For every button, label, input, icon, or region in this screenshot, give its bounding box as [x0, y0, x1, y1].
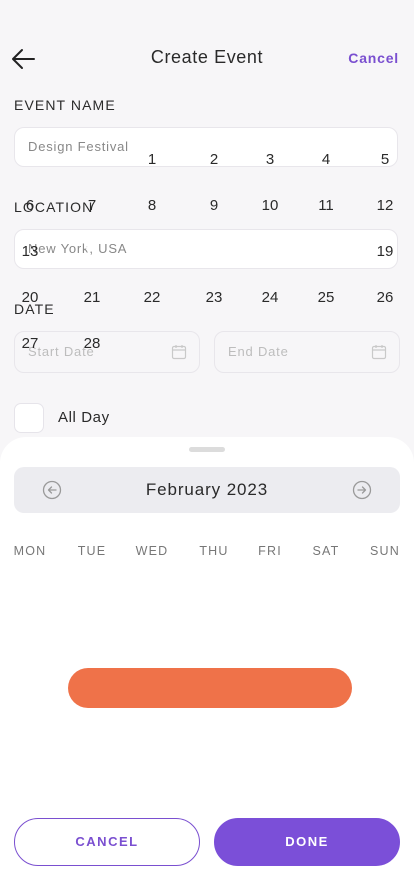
- calendar-day[interactable]: 14: [72, 243, 112, 260]
- calendar-day[interactable]: 8: [132, 197, 172, 214]
- next-month-icon[interactable]: [352, 480, 372, 500]
- calendar-day[interactable]: 22: [132, 289, 172, 306]
- weekday-header: SUN: [370, 544, 400, 558]
- calendar-day[interactable]: 15: [132, 243, 172, 260]
- cancel-link[interactable]: Cancel: [348, 50, 399, 66]
- calendar-day[interactable]: 19: [365, 243, 405, 260]
- event-name-label: EVENT NAME: [14, 97, 116, 113]
- calendar-day[interactable]: 3: [250, 151, 290, 168]
- date-picker-sheet: February 2023 MON TUE WED THU FRI SAT SUN 1 2 3 4 5…: [0, 151, 414, 896]
- cancel-button[interactable]: CANCEL: [14, 818, 200, 866]
- calendar-day[interactable]: 23: [194, 289, 234, 306]
- month-title: February 2023: [145, 480, 269, 499]
- calendar-day[interactable]: 27: [10, 335, 50, 352]
- weekday-header: MON: [13, 544, 47, 558]
- calendar-day[interactable]: 26: [365, 289, 405, 306]
- calendar-day[interactable]: 18: [306, 243, 346, 260]
- weekday-header: TUE: [77, 544, 107, 558]
- all-day-checkbox[interactable]: [14, 403, 44, 433]
- month-navigator: February 2023: [14, 467, 400, 513]
- calendar-day[interactable]: 28: [72, 335, 112, 352]
- calendar-day[interactable]: 16: [194, 243, 234, 260]
- calendar-day[interactable]: 7: [72, 197, 112, 214]
- calendar-day[interactable]: 2: [194, 151, 234, 168]
- calendar-day[interactable]: 25: [306, 289, 346, 306]
- weekday-header: WED: [135, 544, 169, 558]
- weekday-header: SAT: [312, 544, 340, 558]
- calendar-day[interactable]: 9: [194, 197, 234, 214]
- weekday-header: THU: [199, 544, 229, 558]
- calendar-icon: [371, 345, 387, 360]
- end-date-placeholder: End Date: [228, 344, 289, 359]
- done-button[interactable]: DONE: [214, 818, 400, 866]
- calendar-day[interactable]: 4: [306, 151, 346, 168]
- weekday-header: FRI: [258, 544, 282, 558]
- calendar-icon: [171, 345, 187, 360]
- end-date-field[interactable]: End Date: [214, 331, 400, 373]
- calendar-day[interactable]: 17: [250, 243, 290, 260]
- calendar-day[interactable]: 11: [306, 197, 346, 214]
- calendar-day[interactable]: 5: [365, 151, 405, 168]
- calendar-day[interactable]: 10: [250, 197, 290, 214]
- calendar-day[interactable]: 13: [10, 243, 50, 260]
- calendar-day[interactable]: 20: [10, 289, 50, 306]
- calendar-day[interactable]: 12: [365, 197, 405, 214]
- all-day-label: All Day: [58, 409, 110, 426]
- drag-handle[interactable]: [189, 447, 225, 452]
- calendar-day[interactable]: 21: [72, 289, 112, 306]
- calendar-day[interactable]: 6: [10, 197, 50, 214]
- calendar-day[interactable]: 1: [132, 151, 172, 168]
- selected-range-highlight: [68, 668, 352, 708]
- calendar-day[interactable]: 24: [250, 289, 290, 306]
